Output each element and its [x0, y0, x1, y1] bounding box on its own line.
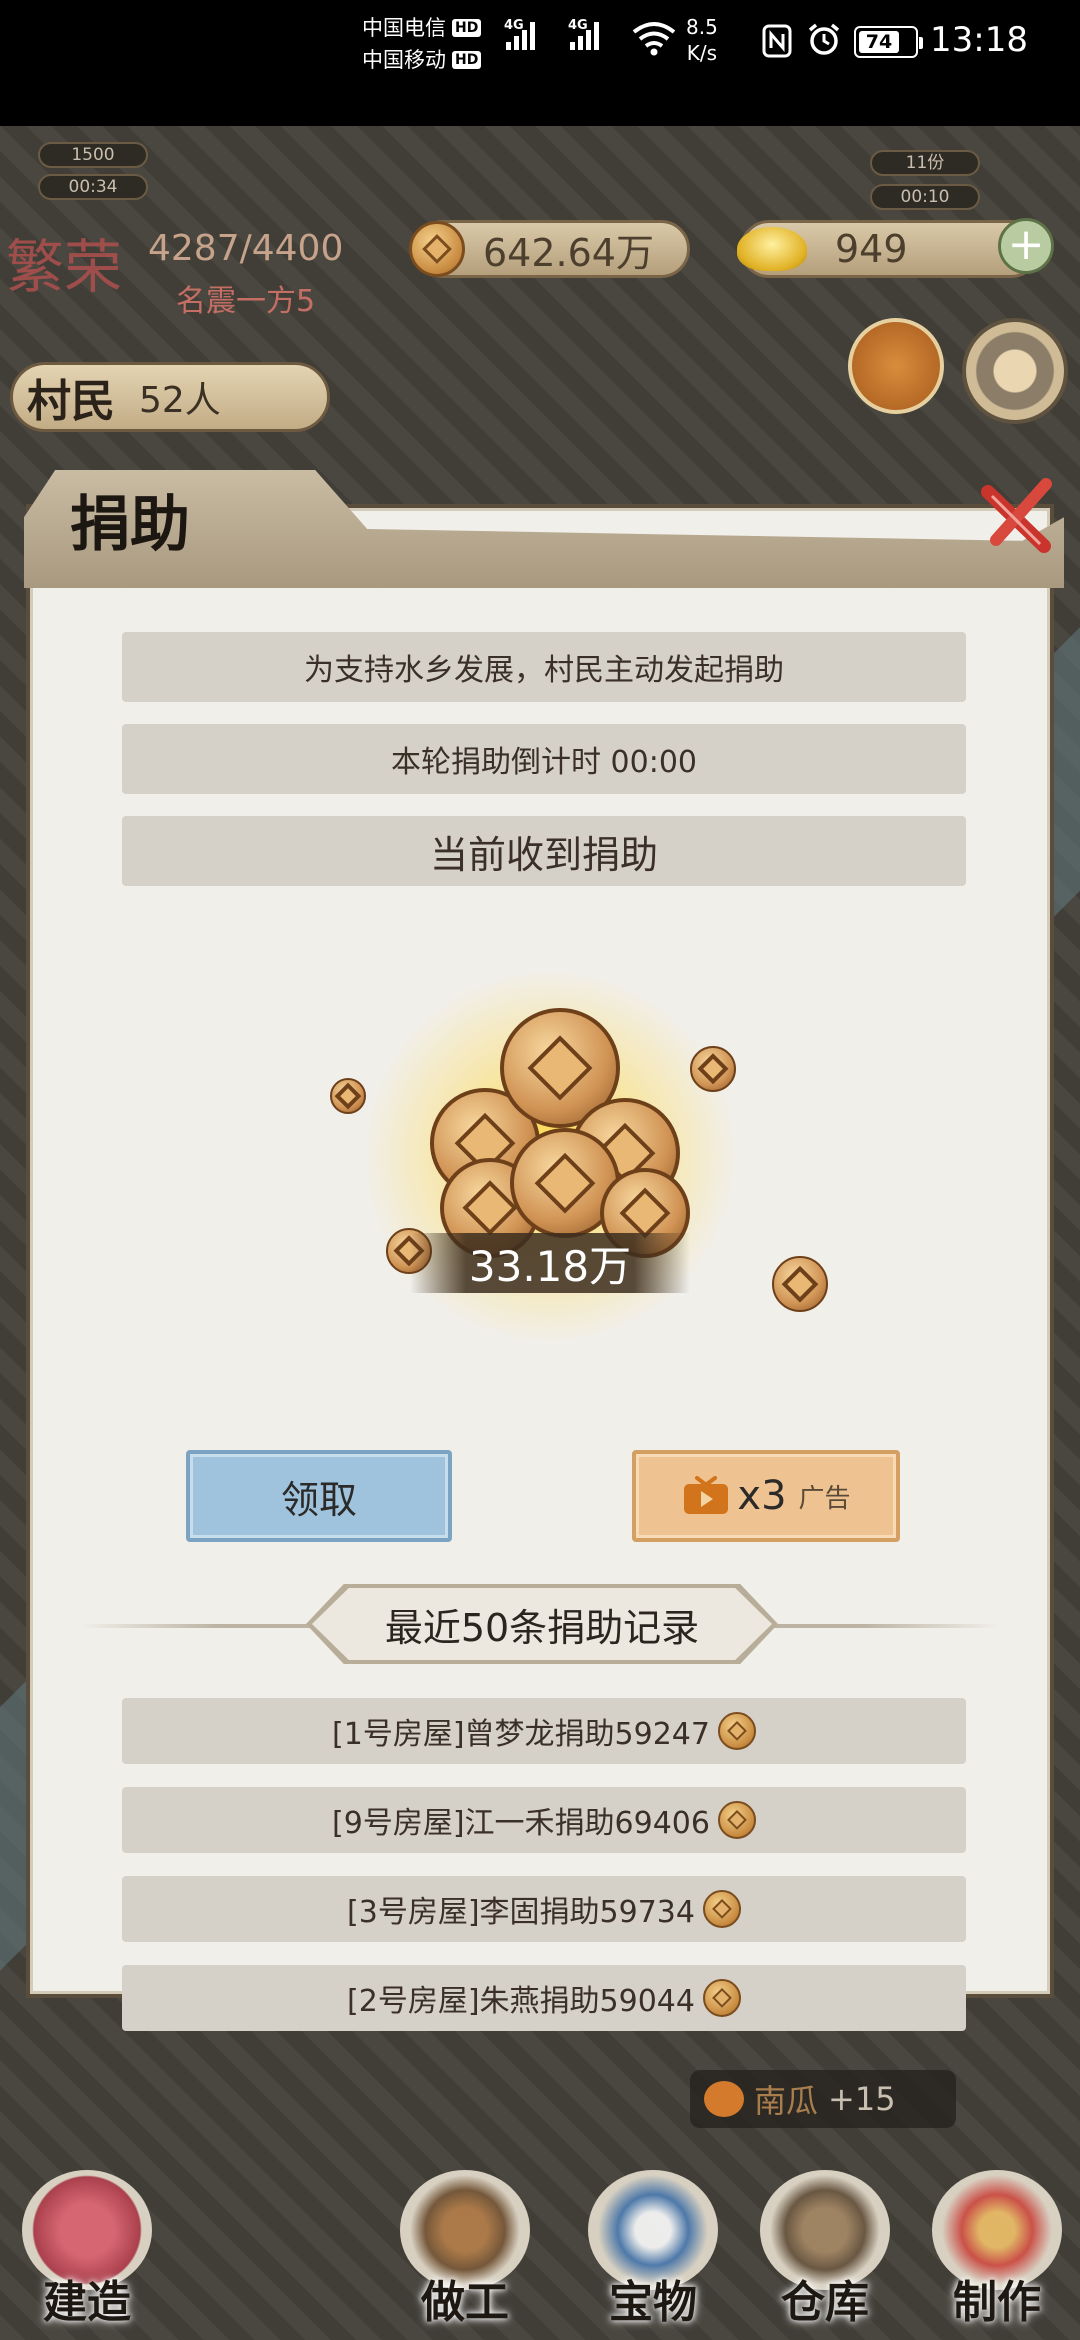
gold-ingot-value: 949 [835, 227, 908, 271]
timer-right-top: 11份 [870, 150, 980, 176]
video-tv-icon [684, 1476, 729, 1514]
coin-icon [702, 1890, 741, 1928]
prosperity-panel[interactable]: 繁荣 4287/4400 名震一方5 [0, 220, 360, 330]
timer-right-bottom: 00:10 [870, 184, 980, 210]
battery-level: 74 [859, 31, 899, 53]
claim-button[interactable]: 领取 [186, 1450, 452, 1542]
bottom-nav: 建造 做工 宝物 仓库 制作 [0, 2090, 1080, 2340]
villagers-label: 村民 [27, 376, 115, 427]
watch-ad-triple-button[interactable]: x3 广告 [632, 1450, 900, 1542]
nav-build[interactable]: 建造 [12, 2170, 162, 2330]
scroll-button[interactable] [848, 318, 944, 414]
prosperity-title: 名震一方5 [176, 284, 316, 319]
status-bar: 中国电信 HD 中国移动 HD 4G 4G 8.5 K/s 74 13:18 [0, 0, 1080, 126]
close-icon[interactable] [974, 474, 1062, 562]
signal-icon-2: 4G [568, 18, 599, 50]
current-donation-label: 当前收到捐助 [122, 816, 966, 886]
coin-icon [702, 1979, 741, 2017]
records-title: 最近50条捐助记录 [312, 1588, 772, 1660]
record-row: [1号房屋]曾梦龙捐助59247 [122, 1698, 966, 1764]
settings-gear-icon[interactable] [962, 318, 1068, 424]
ad-label: 广告 [798, 1483, 851, 1514]
wifi-icon [632, 22, 676, 56]
carrier-2: 中国移动 [362, 48, 446, 72]
network-type-1: 4G [504, 18, 524, 33]
network-speed: 8.5 K/s [686, 14, 718, 66]
prosperity-label: 繁荣 [6, 233, 123, 301]
record-row: [2号房屋]朱燕捐助59044 [122, 1965, 966, 2031]
nav-craft[interactable]: 制作 [922, 2170, 1072, 2330]
record-text: [2号房屋]朱燕捐助59044 [347, 1984, 695, 2019]
network-type-2: 4G [568, 18, 588, 33]
nav-warehouse-label: 仓库 [781, 2277, 869, 2328]
ad-multiplier: x3 [737, 1473, 787, 1519]
villagers-panel[interactable]: 村民 52人 [10, 362, 330, 432]
nav-treasure[interactable]: 宝物 [578, 2170, 728, 2330]
copper-coin-value: 642.64万 [483, 230, 654, 275]
alarm-icon [808, 23, 840, 55]
donation-countdown: 本轮捐助倒计时 00:00 [122, 724, 966, 794]
donation-dialog: 捐助 为支持水乡发展，村民主动发起捐助 本轮捐助倒计时 00:00 当前收到捐助… [24, 470, 1064, 2031]
coin-pile-illustration: 33.18万 [290, 938, 828, 1358]
record-row: [9号房屋]江一禾捐助69406 [122, 1787, 966, 1853]
coin-icon [717, 1801, 756, 1839]
record-text: [1号房屋]曾梦龙捐助59247 [332, 1717, 710, 1752]
coin-icon [330, 1078, 366, 1114]
nav-craft-label: 制作 [953, 2277, 1041, 2328]
nav-treasure-label: 宝物 [609, 2277, 697, 2328]
dialog-body: 为支持水乡发展，村民主动发起捐助 本轮捐助倒计时 00:00 当前收到捐助 33… [30, 588, 1050, 2031]
coin-icon [772, 1256, 828, 1312]
villagers-count: 52人 [139, 380, 221, 421]
carrier-1: 中国电信 [362, 16, 446, 40]
nfc-icon [762, 24, 792, 58]
prosperity-value: 4287/4400 [148, 228, 344, 269]
signal-icon-1: 4G [504, 18, 535, 50]
copper-coin-icon [409, 221, 465, 277]
record-text: [3号房屋]李固捐助59734 [347, 1895, 695, 1930]
record-row: [3号房屋]李固捐助59734 [122, 1876, 966, 1942]
add-currency-button[interactable]: + [998, 218, 1054, 274]
gold-ingot-counter[interactable]: 949 [737, 220, 1040, 278]
donation-amount: 33.18万 [410, 1233, 690, 1293]
speed-unit: K/s [686, 41, 718, 65]
timer-left-top: 1500 [38, 142, 148, 168]
nav-work-label: 做工 [421, 2277, 509, 2328]
timer-left-bottom: 00:34 [38, 174, 148, 200]
hd-badge-1: HD [452, 19, 482, 37]
records-header: 最近50条捐助记录 [30, 1584, 1050, 1664]
battery-indicator: 74 [854, 26, 923, 58]
nav-work[interactable]: 做工 [390, 2170, 540, 2330]
donation-intro: 为支持水乡发展，村民主动发起捐助 [122, 632, 966, 702]
coin-icon [690, 1046, 736, 1092]
copper-coin-counter[interactable]: 642.64万 [409, 220, 690, 278]
nav-build-label: 建造 [43, 2277, 131, 2328]
coin-icon [717, 1712, 756, 1750]
nav-warehouse[interactable]: 仓库 [750, 2170, 900, 2330]
speed-value: 8.5 [686, 15, 718, 39]
record-text: [9号房屋]江一禾捐助69406 [332, 1806, 710, 1841]
gold-ingot-icon [737, 227, 807, 271]
dialog-title: 捐助 [70, 490, 190, 560]
clock: 13:18 [930, 20, 1028, 60]
carrier-info: 中国电信 HD 中国移动 HD [362, 12, 482, 76]
hd-badge-2: HD [452, 51, 482, 69]
